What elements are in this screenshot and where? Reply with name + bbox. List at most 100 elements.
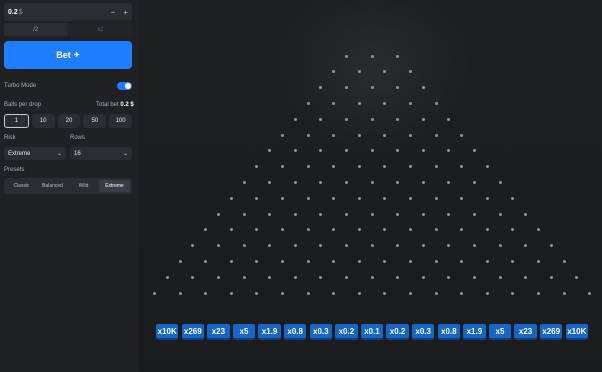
preset-extreme[interactable]: Extreme bbox=[99, 180, 130, 192]
peg bbox=[447, 180, 451, 184]
plus-icon[interactable]: + bbox=[123, 8, 128, 17]
peg bbox=[460, 228, 464, 232]
peg bbox=[319, 117, 323, 121]
peg bbox=[485, 259, 489, 263]
balls-option-10[interactable]: 10 bbox=[31, 114, 55, 128]
risk-select-value: Extreme bbox=[8, 150, 31, 157]
multiplier-slot: x0.2 bbox=[335, 324, 358, 338]
peg bbox=[344, 149, 348, 153]
balls-option-100[interactable]: 100 bbox=[109, 114, 132, 128]
balls-option-1[interactable]: 1 bbox=[4, 114, 29, 128]
peg bbox=[306, 291, 310, 295]
peg bbox=[408, 291, 412, 295]
peg bbox=[421, 149, 425, 153]
peg bbox=[383, 196, 387, 200]
peg bbox=[332, 101, 336, 105]
bet-amount-field[interactable]: 0.2 $ − + bbox=[4, 3, 132, 21]
peg bbox=[332, 133, 336, 137]
peg bbox=[383, 228, 387, 232]
minus-icon[interactable]: − bbox=[111, 8, 116, 17]
peg bbox=[204, 228, 208, 232]
peg bbox=[511, 291, 515, 295]
peg bbox=[408, 70, 412, 74]
peg bbox=[524, 244, 528, 248]
peg bbox=[434, 133, 438, 137]
multiplier-slot: x10K bbox=[155, 324, 179, 338]
preset-wild[interactable]: Wild bbox=[68, 180, 99, 192]
peg bbox=[396, 275, 400, 279]
peg bbox=[357, 165, 361, 169]
peg bbox=[357, 228, 361, 232]
peg bbox=[293, 275, 297, 279]
peg bbox=[255, 196, 259, 200]
peg bbox=[357, 291, 361, 295]
peg bbox=[242, 244, 246, 248]
risk-select[interactable]: Extreme ⌄ bbox=[4, 147, 66, 160]
peg bbox=[165, 275, 169, 279]
peg bbox=[396, 54, 400, 58]
peg bbox=[370, 54, 374, 58]
peg bbox=[434, 196, 438, 200]
balls-option-20[interactable]: 20 bbox=[57, 114, 81, 128]
preset-balanced[interactable]: Balanced bbox=[37, 180, 68, 192]
peg bbox=[549, 275, 553, 279]
half-bet-button[interactable]: /2 bbox=[4, 23, 68, 36]
peg bbox=[344, 180, 348, 184]
peg bbox=[293, 117, 297, 121]
peg bbox=[344, 54, 348, 58]
multiplier-slot: x23 bbox=[207, 324, 230, 338]
rows-select[interactable]: 16 ⌄ bbox=[70, 147, 132, 160]
peg bbox=[319, 212, 323, 216]
peg bbox=[383, 101, 387, 105]
peg bbox=[332, 165, 336, 169]
peg bbox=[472, 180, 476, 184]
peg bbox=[229, 228, 233, 232]
peg bbox=[485, 291, 489, 295]
peg bbox=[511, 196, 515, 200]
peg bbox=[332, 70, 336, 74]
peg bbox=[485, 165, 489, 169]
peg bbox=[319, 180, 323, 184]
multiplier-slot: x0.3 bbox=[411, 324, 435, 338]
peg bbox=[344, 244, 348, 248]
peg bbox=[472, 244, 476, 248]
presets-label: Presets bbox=[4, 167, 25, 173]
peg bbox=[485, 228, 489, 232]
peg bbox=[460, 291, 464, 295]
rows-select-value: 16 bbox=[74, 150, 81, 157]
peg bbox=[421, 117, 425, 121]
peg bbox=[460, 133, 464, 137]
peg bbox=[293, 212, 297, 216]
total-bet-text: Total bet bbox=[96, 102, 119, 108]
multiplier-slot: x1.9 bbox=[463, 324, 486, 338]
multiplier-slot: x269 bbox=[539, 324, 563, 338]
peg bbox=[306, 101, 310, 105]
peg bbox=[396, 180, 400, 184]
multiplier-slot: x1.9 bbox=[258, 324, 281, 338]
peg bbox=[408, 101, 412, 105]
peg bbox=[498, 244, 502, 248]
rocket-icon: ✈ bbox=[73, 52, 80, 59]
peg bbox=[306, 196, 310, 200]
peg bbox=[575, 275, 579, 279]
bet-button[interactable]: Bet ✈ bbox=[4, 41, 132, 69]
peg bbox=[408, 165, 412, 169]
multiplier-slot: x269 bbox=[181, 324, 205, 338]
double-bet-button[interactable]: x2 bbox=[68, 23, 132, 36]
peg bbox=[383, 165, 387, 169]
turbo-mode-toggle[interactable] bbox=[117, 82, 132, 90]
peg bbox=[562, 259, 566, 263]
peg bbox=[396, 117, 400, 121]
multiplier-slot: x5 bbox=[232, 324, 256, 338]
peg bbox=[268, 275, 272, 279]
multiplier-slot: x0.8 bbox=[283, 324, 307, 338]
peg bbox=[344, 86, 348, 90]
peg bbox=[434, 101, 438, 105]
balls-option-50[interactable]: 50 bbox=[83, 114, 107, 128]
multiplier-slot: x0.3 bbox=[309, 324, 333, 338]
peg bbox=[280, 228, 284, 232]
peg bbox=[268, 149, 272, 153]
peg bbox=[498, 212, 502, 216]
preset-classic[interactable]: Classic bbox=[6, 180, 37, 192]
peg bbox=[280, 165, 284, 169]
